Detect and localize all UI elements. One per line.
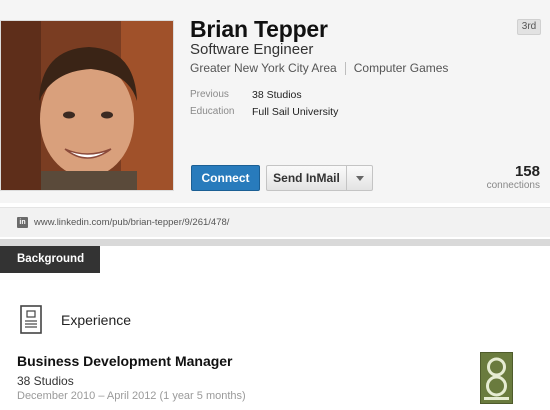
profile-photo-image: [1, 21, 173, 190]
company-logo-icon[interactable]: [480, 352, 513, 404]
linkedin-icon: in: [17, 217, 28, 228]
profile-photo[interactable]: [0, 20, 174, 191]
profile-industry[interactable]: Computer Games: [354, 61, 449, 75]
profile-facts: Previous 38 Studios Education Full Sail …: [190, 86, 338, 120]
profile-meta: Greater New York City Area Computer Game…: [190, 61, 448, 75]
fact-value[interactable]: Full Sail University: [252, 106, 338, 118]
send-inmail-label[interactable]: Send InMail: [267, 166, 347, 190]
job-company[interactable]: 38 Studios: [17, 374, 74, 388]
chevron-down-icon[interactable]: [347, 166, 372, 190]
profile-name: Brian Tepper: [190, 16, 328, 42]
meta-divider: [344, 61, 346, 75]
fact-row-previous: Previous 38 Studios: [190, 86, 338, 103]
fact-label: Previous: [190, 89, 229, 100]
connect-button[interactable]: Connect: [191, 165, 260, 191]
public-profile-url-bar: in www.linkedin.com/pub/brian-tepper/9/2…: [0, 207, 550, 237]
profile-location[interactable]: Greater New York City Area: [190, 61, 337, 75]
send-inmail-button[interactable]: Send InMail: [266, 165, 373, 191]
fact-row-education: Education Full Sail University: [190, 103, 338, 120]
background-tab[interactable]: Background: [0, 246, 100, 273]
connection-degree-badge: 3rd: [517, 19, 541, 35]
fact-value[interactable]: 38 Studios: [252, 89, 302, 101]
profile-headline: Software Engineer: [190, 41, 314, 58]
connections-label: connections: [486, 180, 540, 191]
fact-label: Education: [190, 106, 235, 117]
profile-top-card: Brian Tepper Software Engineer Greater N…: [0, 0, 550, 203]
experience-section-title: Experience: [61, 312, 132, 328]
section-divider: [0, 239, 550, 246]
document-icon: [20, 305, 42, 334]
job-dates: December 2010 – April 2012 (1 year 5 mon…: [17, 390, 246, 402]
job-title: Business Development Manager: [17, 353, 233, 369]
connections-count[interactable]: 158: [515, 163, 540, 180]
public-profile-url[interactable]: www.linkedin.com/pub/brian-tepper/9/261/…: [34, 217, 229, 228]
